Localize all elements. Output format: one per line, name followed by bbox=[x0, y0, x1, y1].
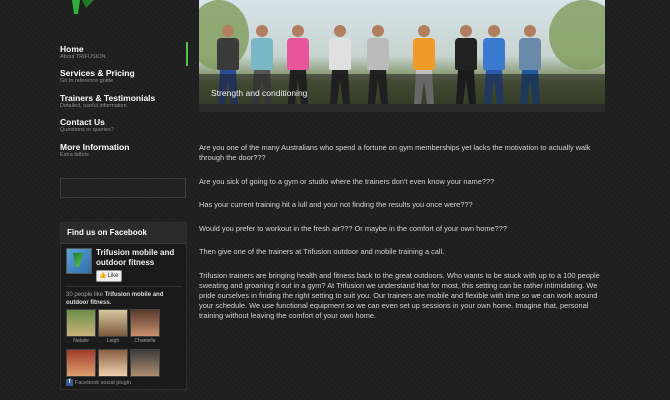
main-nav: Home About TRIFUSION Services & Pricing … bbox=[60, 41, 188, 166]
facebook-like-button[interactable]: 👍Like bbox=[96, 270, 122, 282]
nav-item-label: Trainers & Testimonials bbox=[60, 92, 156, 103]
like-label: Like bbox=[107, 273, 119, 279]
fan-item[interactable] bbox=[130, 349, 160, 377]
facebook-fans-count: 30 people like Trifusion mobile and outd… bbox=[61, 287, 186, 309]
nav-item-sublabel: Detailed, useful information bbox=[60, 102, 127, 109]
hero-bottom-strip bbox=[199, 104, 605, 112]
main-content: Are you one of the many Australians who … bbox=[199, 143, 609, 334]
fans-count-text: 30 people like bbox=[66, 292, 104, 298]
fan-item[interactable] bbox=[66, 349, 96, 377]
thumbs-up-icon: 👍 bbox=[99, 273, 107, 279]
hero-bg-tree bbox=[549, 0, 605, 70]
nav-item-label: More Information bbox=[60, 141, 130, 152]
content-paragraph: Are you one of the many Australians who … bbox=[199, 143, 591, 163]
nav-item-label: Services & Pricing bbox=[60, 68, 135, 79]
facebook-fan-grid: Natalie Leigh Chantelle bbox=[61, 309, 186, 387]
nav-item-label: Contact Us bbox=[60, 117, 105, 128]
facebook-like-box: Find us on Facebook Trifusion mobile and… bbox=[60, 222, 187, 390]
hero-caption: Strength and conditioning bbox=[211, 88, 308, 98]
fan-name: Leigh bbox=[106, 338, 120, 344]
nav-item-label: Home bbox=[60, 44, 84, 54]
facebook-widget-title: Find us on Facebook bbox=[61, 223, 186, 244]
nav-item-sublabel: Extra tidbits bbox=[60, 151, 89, 158]
facebook-page-avatar[interactable] bbox=[66, 248, 92, 274]
fan-name: Natalie bbox=[73, 338, 89, 344]
nav-item-trainers-testimonials[interactable]: Trainers & Testimonials Detailed, useful… bbox=[60, 93, 188, 117]
fan-item[interactable] bbox=[98, 349, 128, 377]
fan-item[interactable]: Natalie bbox=[66, 309, 96, 346]
fan-photo bbox=[130, 349, 160, 377]
fan-photo bbox=[98, 309, 128, 337]
fan-item[interactable]: Leigh bbox=[98, 309, 128, 346]
nav-item-contact-us[interactable]: Contact Us Questions or queries? bbox=[60, 117, 188, 141]
fan-photo bbox=[66, 309, 96, 337]
facebook-page-info: Trifusion mobile and outdoor fitness 👍Li… bbox=[61, 244, 186, 286]
nav-item-more-information[interactable]: More Information Extra tidbits bbox=[60, 142, 188, 166]
content-paragraph: Trifusion trainers are bringing health a… bbox=[199, 270, 600, 320]
trifusion-logo[interactable] bbox=[72, 0, 94, 14]
content-paragraph: Has your current training hit a lull and… bbox=[199, 200, 473, 210]
facebook-footer-text: Facebook social plugin bbox=[75, 379, 131, 386]
content-paragraph: Then give one of the trainers at Trifusi… bbox=[199, 247, 445, 257]
fan-photo bbox=[98, 349, 128, 377]
facebook-plugin-footer[interactable]: f Facebook social plugin bbox=[66, 379, 131, 386]
search-input[interactable] bbox=[60, 178, 186, 198]
content-paragraph: Are you sick of going to a gym or studio… bbox=[199, 176, 495, 186]
nav-item-sublabel: About TRIFUSION bbox=[60, 54, 106, 60]
nav-item-services-pricing[interactable]: Services & Pricing Go to reference guide bbox=[60, 68, 188, 92]
fan-item[interactable]: Chantelle bbox=[130, 309, 160, 346]
nav-item-sublabel: Go to reference guide bbox=[60, 78, 114, 85]
fan-name: Chantelle bbox=[134, 338, 156, 344]
nav-item-home[interactable]: Home About TRIFUSION bbox=[60, 41, 188, 68]
fan-photo bbox=[66, 349, 96, 377]
content-paragraph: Would you prefer to workout in the fresh… bbox=[199, 223, 507, 233]
hero-image: Strength and conditioning bbox=[199, 0, 605, 112]
facebook-page-name[interactable]: Trifusion mobile and outdoor fitness bbox=[96, 248, 184, 267]
fan-photo bbox=[130, 309, 160, 337]
facebook-icon: f bbox=[66, 379, 73, 386]
nav-item-sublabel: Questions or queries? bbox=[60, 127, 114, 134]
